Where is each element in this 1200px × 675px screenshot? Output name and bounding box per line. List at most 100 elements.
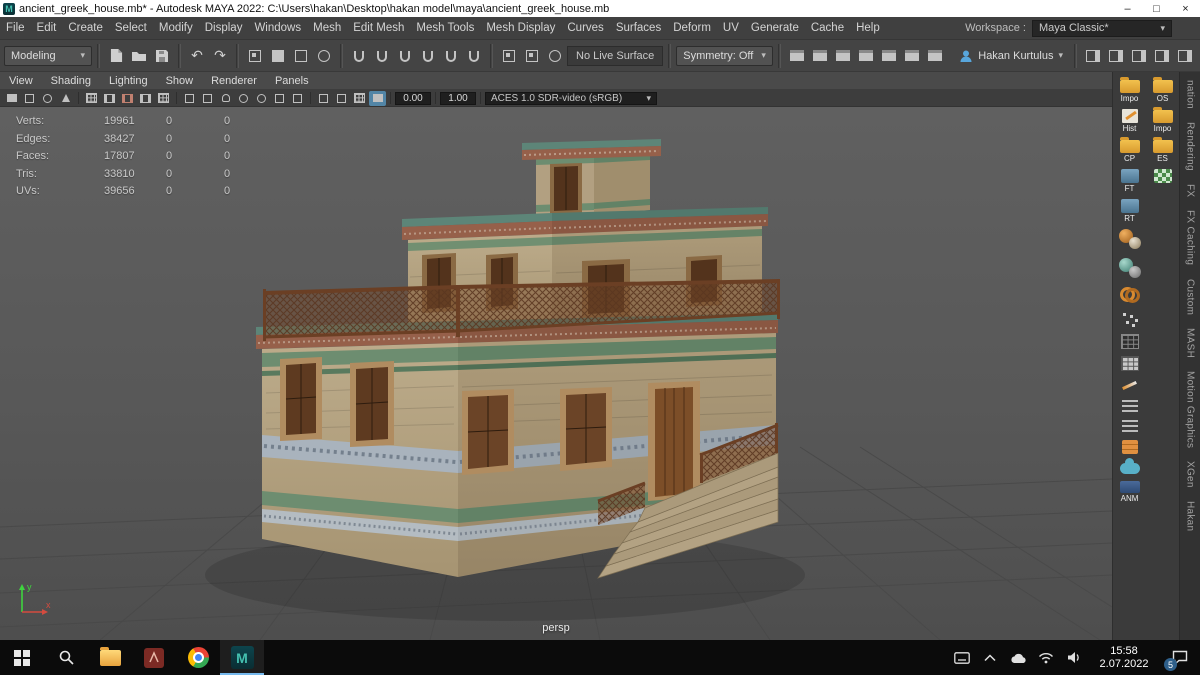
shelf-spheres-button[interactable] <box>1113 226 1146 252</box>
menu-uv[interactable]: UV <box>717 17 745 40</box>
file-explorer-button[interactable] <box>88 640 132 675</box>
render-sequence-icon[interactable] <box>855 44 877 68</box>
safe-title-icon[interactable] <box>199 91 216 106</box>
shelf-scatter-button[interactable] <box>1113 309 1146 329</box>
live-surface-field[interactable]: No Live Surface <box>567 45 664 66</box>
shelf-os-button[interactable]: OS <box>1146 76 1179 103</box>
film-gate-icon[interactable] <box>101 91 118 106</box>
network-tray-button[interactable] <box>1032 640 1060 675</box>
attribute-editor-toggle-icon[interactable] <box>1128 44 1150 68</box>
select-camera-icon[interactable] <box>3 91 20 106</box>
shelf-anm-button[interactable]: ANM <box>1113 478 1146 503</box>
touch-keyboard-button[interactable] <box>948 640 976 675</box>
action-center-button[interactable]: 5 <box>1160 640 1200 675</box>
select-hierarchy-icon[interactable] <box>244 44 266 68</box>
snap-to-curves-icon[interactable] <box>371 44 393 68</box>
panel-menu-view[interactable]: View <box>0 75 42 87</box>
snap-to-grids-icon[interactable] <box>348 44 370 68</box>
shelf-list2-button[interactable] <box>1113 418 1146 435</box>
volume-tray-button[interactable] <box>1060 640 1088 675</box>
shelf-tab-mash[interactable]: MASH <box>1185 328 1196 358</box>
minimize-button[interactable]: – <box>1113 0 1142 17</box>
panel-menu-shading[interactable]: Shading <box>42 75 100 87</box>
perspective-viewport[interactable]: Verts: 19961 0 0 Edges: 38427 0 0 Faces: 17807 0… <box>0 107 1112 640</box>
channel-box-toggle-icon[interactable] <box>1174 44 1196 68</box>
shelf-list-button[interactable] <box>1113 398 1146 415</box>
menu-deform[interactable]: Deform <box>667 17 717 40</box>
safe-action-icon[interactable] <box>181 91 198 106</box>
menu-surfaces[interactable]: Surfaces <box>610 17 667 40</box>
menu-select[interactable]: Select <box>109 17 153 40</box>
input-connections-icon[interactable] <box>498 44 520 68</box>
panel-menu-show[interactable]: Show <box>157 75 203 87</box>
shelf-ft-button[interactable]: FT <box>1113 166 1146 193</box>
undo-icon[interactable]: ↶ <box>186 44 208 68</box>
ipr-render-icon[interactable] <box>832 44 854 68</box>
menu-create[interactable]: Create <box>62 17 109 40</box>
new-scene-icon[interactable] <box>105 44 127 68</box>
textured-display-icon[interactable] <box>369 90 386 106</box>
menu-edit[interactable]: Edit <box>31 17 63 40</box>
shelf-uv-checker-button[interactable] <box>1146 166 1179 193</box>
output-connections-icon[interactable] <box>521 44 543 68</box>
start-button[interactable] <box>0 640 44 675</box>
shelf-grid-button[interactable] <box>1113 332 1146 351</box>
highlight-selection-icon[interactable] <box>313 44 335 68</box>
modeling-toolkit-toggle-icon[interactable] <box>1082 44 1104 68</box>
menu-generate[interactable]: Generate <box>745 17 805 40</box>
snap-to-projected-center-icon[interactable] <box>417 44 439 68</box>
make-live-icon[interactable] <box>463 44 485 68</box>
shadows-icon[interactable] <box>235 91 252 106</box>
user-account-button[interactable]: Hakan Kurtulus ▾ <box>953 49 1069 63</box>
bookmark-icon[interactable] <box>57 91 74 106</box>
render-current-frame-icon[interactable] <box>809 44 831 68</box>
tool-settings-toggle-icon[interactable] <box>1151 44 1173 68</box>
menu-edit-mesh[interactable]: Edit Mesh <box>347 17 410 40</box>
xray-icon[interactable] <box>333 91 350 106</box>
exposure-field[interactable]: 0.00 <box>395 91 431 105</box>
render-view-icon[interactable] <box>786 44 808 68</box>
save-scene-icon[interactable] <box>151 44 173 68</box>
shelf-rt-button[interactable]: RT <box>1113 196 1146 223</box>
shelf-tab-fx-caching[interactable]: FX Caching <box>1185 210 1196 265</box>
snap-to-points-icon[interactable] <box>394 44 416 68</box>
close-button[interactable]: × <box>1171 0 1200 17</box>
light-editor-icon[interactable] <box>924 44 946 68</box>
menu-cache[interactable]: Cache <box>805 17 850 40</box>
panel-menu-panels[interactable]: Panels <box>266 75 318 87</box>
taskbar-search-button[interactable] <box>44 640 88 675</box>
hypershade-icon[interactable] <box>901 44 923 68</box>
screen-space-ao-icon[interactable] <box>253 91 270 106</box>
shelf-tab-xgen[interactable]: XGen <box>1185 461 1196 488</box>
workspace-selector[interactable]: Maya Classic* ▾ <box>1032 19 1172 37</box>
shelf-tab-animation[interactable]: nation <box>1185 80 1196 109</box>
menu-display[interactable]: Display <box>199 17 249 40</box>
gamma-field[interactable]: 1.00 <box>440 91 476 105</box>
shelf-import2-button[interactable]: Impo <box>1146 106 1179 133</box>
shelf-history-button[interactable]: Hist <box>1113 106 1146 133</box>
menu-modify[interactable]: Modify <box>153 17 199 40</box>
render-settings-icon[interactable] <box>878 44 900 68</box>
snap-to-view-planes-icon[interactable] <box>440 44 462 68</box>
resolution-gate-icon[interactable] <box>119 91 136 106</box>
color-space-dropdown[interactable]: ACES 1.0 SDR-video (sRGB) ▾ <box>485 91 657 105</box>
shelf-stack-button[interactable] <box>1113 438 1146 456</box>
shelf-es-button[interactable]: ES <box>1146 136 1179 163</box>
field-chart-icon[interactable] <box>155 91 172 106</box>
select-object-icon[interactable] <box>267 44 289 68</box>
shelf-tab-rendering[interactable]: Rendering <box>1185 122 1196 171</box>
shelf-cloud-button[interactable] <box>1113 458 1146 475</box>
hik-toggle-icon[interactable] <box>1105 44 1127 68</box>
shelf-cp-button[interactable]: CP <box>1113 136 1146 163</box>
panel-menu-renderer[interactable]: Renderer <box>202 75 266 87</box>
shelf-import-button[interactable]: Impo <box>1113 76 1146 103</box>
menu-help[interactable]: Help <box>850 17 886 40</box>
shelf-tab-hakan[interactable]: Hakan <box>1185 501 1196 531</box>
tray-expand-button[interactable] <box>976 640 1004 675</box>
symmetry-selector[interactable]: Symmetry: Off ▾ <box>676 45 773 66</box>
shelf-pen-button[interactable] <box>1113 376 1146 395</box>
maya-taskbar-button[interactable]: M <box>220 640 264 675</box>
menu-mesh-display[interactable]: Mesh Display <box>480 17 561 40</box>
shelf-tab-fx[interactable]: FX <box>1185 184 1196 197</box>
menu-set-selector[interactable]: Modeling ▾ <box>4 45 92 66</box>
